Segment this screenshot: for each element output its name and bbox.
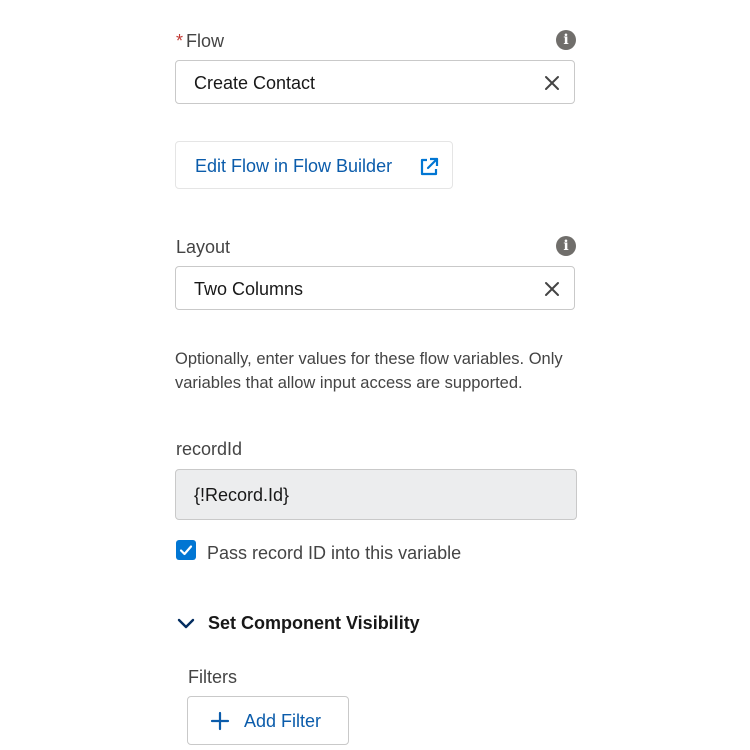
pass-record-id-checkbox[interactable]	[176, 540, 196, 560]
record-id-input[interactable]: {!Record.Id}	[175, 469, 577, 520]
flow-label-text: Flow	[186, 31, 225, 51]
required-marker: *	[176, 31, 184, 51]
layout-value: Two Columns	[194, 279, 304, 299]
visibility-section-title: Set Component Visibility	[208, 613, 420, 633]
chevron-down-icon	[177, 618, 195, 629]
close-icon[interactable]	[542, 73, 562, 93]
layout-field-label: Layout	[176, 237, 231, 257]
edit-flow-button[interactable]: Edit Flow in Flow Builder	[175, 141, 453, 189]
pass-record-id-label: Pass record ID into this variable	[207, 543, 462, 563]
plus-icon	[210, 711, 230, 731]
record-id-value: {!Record.Id}	[194, 485, 290, 505]
close-icon[interactable]	[542, 279, 562, 299]
flow-variables-help-text: Optionally, enter values for these flow …	[175, 350, 563, 392]
filters-label: Filters	[188, 667, 237, 687]
flow-value: Create Contact	[194, 73, 316, 93]
record-id-label: recordId	[176, 439, 243, 459]
edit-flow-label: Edit Flow in Flow Builder	[195, 156, 393, 176]
layout-combobox[interactable]: Two Columns	[175, 266, 575, 310]
flow-field-label: * Flow	[176, 31, 224, 52]
info-icon[interactable]: i	[556, 30, 576, 50]
add-filter-label: Add Filter	[244, 711, 322, 731]
add-filter-button[interactable]: Add Filter	[187, 696, 349, 745]
flow-properties-panel: * Flow i Create Contact Edit Flow in Flow…	[0, 0, 750, 750]
info-icon[interactable]: i	[556, 236, 576, 256]
flow-combobox[interactable]: Create Contact	[175, 60, 575, 104]
external-link-icon	[420, 157, 439, 176]
checkmark-icon	[179, 545, 193, 556]
